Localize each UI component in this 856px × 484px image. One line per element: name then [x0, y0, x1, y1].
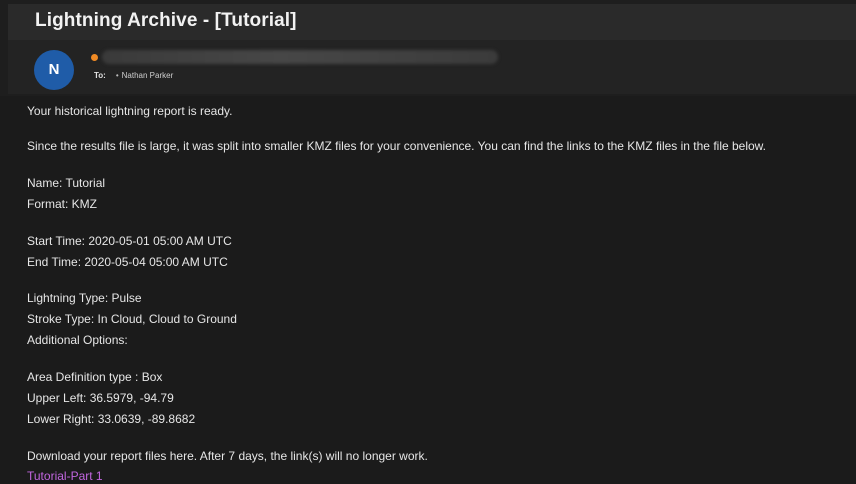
recipient-name[interactable]: Nathan Parker [122, 71, 174, 80]
report-file-link[interactable]: Tutorial-Part 1 [27, 469, 103, 483]
download-note: Download your report files here. After 7… [27, 449, 428, 463]
lightning-type: Lightning Type: Pulse [27, 291, 142, 305]
email-body: Your historical lightning report is read… [0, 96, 856, 484]
start-time: Start Time: 2020-05-01 05:00 AM UTC [27, 234, 232, 248]
unread-indicator-icon [91, 54, 98, 61]
sender-redacted [102, 50, 498, 64]
recipients-row: To: • Nathan Parker [94, 71, 173, 80]
subject-bar: Lightning Archive - [Tutorial] [8, 4, 856, 40]
lower-right: Lower Right: 33.0639, -89.8682 [27, 412, 196, 426]
upper-left: Upper Left: 36.5979, -94.79 [27, 391, 174, 405]
body-intro: Your historical lightning report is read… [27, 104, 233, 118]
to-label: To: [94, 71, 106, 80]
recipient-bullet-icon: • [115, 71, 119, 80]
sender-avatar[interactable]: N [34, 50, 74, 90]
report-name: Name: Tutorial [27, 176, 106, 190]
end-time: End Time: 2020-05-04 05:00 AM UTC [27, 255, 228, 269]
area-definition: Area Definition type : Box [27, 370, 163, 384]
body-split-note: Since the results file is large, it was … [27, 139, 767, 153]
message-header [8, 40, 856, 94]
additional-options: Additional Options: [27, 333, 128, 347]
email-window: Lightning Archive - [Tutorial] N To: • Nat… [0, 0, 856, 484]
stroke-type: Stroke Type: In Cloud, Cloud to Ground [27, 312, 237, 326]
report-format: Format: KMZ [27, 197, 98, 211]
email-subject: Lightning Archive - [Tutorial] [35, 10, 297, 31]
